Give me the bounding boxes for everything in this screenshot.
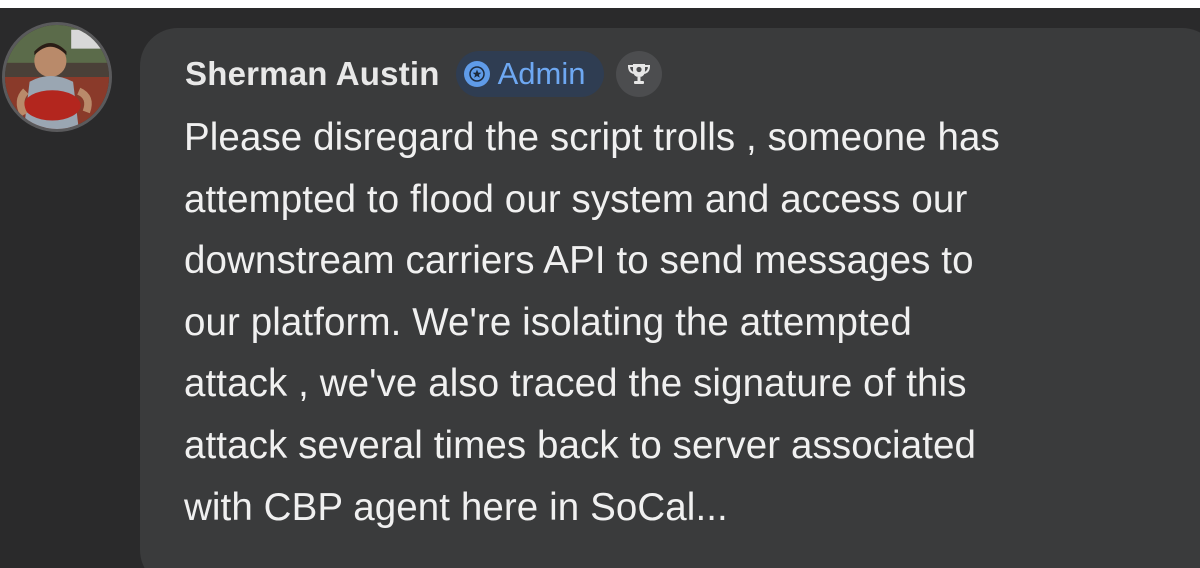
top-edge xyxy=(0,0,1200,8)
admin-badge-label: Admin xyxy=(497,56,586,91)
star-icon xyxy=(463,61,490,87)
comment-header: Sherman Austin Admin xyxy=(185,50,662,98)
message-line: our platform. We're isolating the attemp… xyxy=(184,300,912,344)
avatar[interactable] xyxy=(2,22,112,132)
trophy-icon[interactable] xyxy=(615,51,662,97)
author-name[interactable]: Sherman Austin xyxy=(185,55,440,93)
message-line: attack several times back to server asso… xyxy=(184,423,977,467)
message-line: attempted to flood our system and access… xyxy=(184,177,968,221)
avatar-photo xyxy=(5,25,109,129)
comment-screenshot: Sherman Austin Admin Please disregard th… xyxy=(0,0,1200,568)
message-line: attack , we've also traced the signature… xyxy=(184,362,967,406)
message-line: with CBP agent here in SoCal... xyxy=(184,485,728,529)
message-line: Please disregard the script trolls , som… xyxy=(184,116,1000,159)
comment-message: Please disregard the script trolls , som… xyxy=(184,107,1194,538)
message-line: downstream carriers API to send messages… xyxy=(184,239,974,283)
admin-badge[interactable]: Admin xyxy=(455,51,604,97)
